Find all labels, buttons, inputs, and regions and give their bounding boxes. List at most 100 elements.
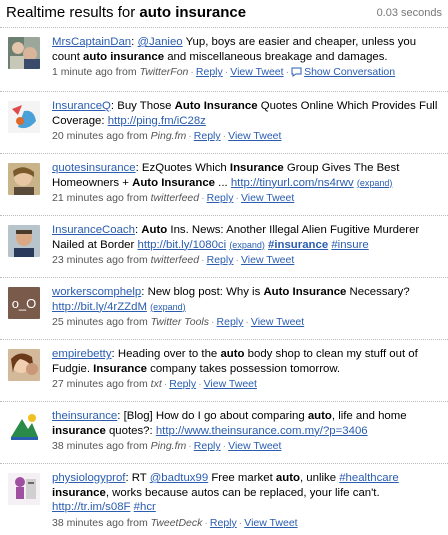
- tweet-item: empirebetty: Heading over to the auto bo…: [0, 340, 448, 402]
- tweet-source: Twitter Tools: [150, 316, 210, 329]
- tweet-text: InsuranceCoach: Auto Ins. News: Another …: [52, 224, 420, 251]
- user-avatar[interactable]: [8, 473, 40, 505]
- tweet-username[interactable]: InsuranceCoach: [52, 224, 135, 236]
- tweet-time: 27 minutes ago: [52, 378, 124, 391]
- reply-link[interactable]: Reply: [207, 254, 234, 266]
- view-tweet-link[interactable]: View Tweet: [241, 192, 294, 204]
- hashtag-link[interactable]: #insure: [331, 239, 368, 251]
- view-tweet-link[interactable]: View Tweet: [204, 378, 257, 390]
- tweet-text: empirebetty: Heading over to the auto bo…: [52, 348, 418, 375]
- avatar-photo-icon: [8, 163, 40, 195]
- mention-link[interactable]: @badtux99: [150, 472, 208, 484]
- user-avatar[interactable]: [8, 163, 40, 195]
- mention-link[interactable]: @Janieo: [137, 36, 182, 48]
- tweet-time: 23 minutes ago: [52, 254, 124, 267]
- tweet-item: MrsCaptainDan: @Janieo Yup, boys are eas…: [0, 28, 448, 92]
- view-tweet-link[interactable]: View Tweet: [241, 254, 294, 266]
- hashtag-link[interactable]: #hcr: [134, 501, 156, 513]
- tweet-source: TweetDeck: [150, 516, 203, 529]
- results-header: Realtime results for auto insurance 0.03…: [0, 0, 448, 27]
- tweet-source: Ping.fm: [150, 130, 187, 143]
- tweet-url-link[interactable]: http://ping.fm/iC28z: [108, 115, 206, 127]
- tweet-item: o_O workerscomphelp: New blog post: Why …: [0, 278, 448, 340]
- tweet-source: twitterfeed: [150, 254, 200, 267]
- tweet-username[interactable]: MrsCaptainDan: [52, 36, 131, 48]
- avatar-logo-icon: [8, 411, 40, 443]
- expand-link[interactable]: (expand): [229, 240, 265, 250]
- tweet-time: 20 minutes ago: [52, 130, 124, 143]
- user-avatar[interactable]: [8, 101, 40, 133]
- view-tweet-link[interactable]: View Tweet: [228, 130, 281, 142]
- tweet-item: theinsurance: [Blog] How do I go about c…: [0, 402, 448, 464]
- reply-link[interactable]: Reply: [169, 378, 196, 390]
- tweet-text: theinsurance: [Blog] How do I go about c…: [52, 410, 407, 437]
- tweet-url-link[interactable]: http://tinyurl.com/ns4rwv: [231, 177, 354, 189]
- svg-text:o_O: o_O: [12, 296, 37, 311]
- avatar-face-icon: o_O: [8, 287, 40, 319]
- conversation-icon: [291, 67, 302, 78]
- tweet-time: 38 minutes ago: [52, 516, 124, 529]
- user-avatar[interactable]: [8, 349, 40, 381]
- tweet-text: MrsCaptainDan: @Janieo Yup, boys are eas…: [52, 36, 417, 63]
- tweet-time: 21 minutes ago: [52, 192, 124, 205]
- tweet-meta: 1 minute ago from TwitterFon · Reply · View …: [52, 66, 396, 79]
- tweet-meta: 21 minutes ago from twitterfeed · Reply · Vi…: [52, 192, 295, 205]
- tweet-username[interactable]: quotesinsurance: [52, 162, 136, 174]
- reply-link[interactable]: Reply: [196, 66, 223, 78]
- avatar-logo-icon: [8, 101, 40, 133]
- expand-link[interactable]: (expand): [357, 178, 393, 188]
- user-avatar[interactable]: [8, 411, 40, 443]
- tweet-text: InsuranceQ: Buy Those Auto Insurance Quo…: [52, 100, 438, 127]
- tweet-item: physiologyprof: RT @badtux99 Free market…: [0, 464, 448, 529]
- search-timing: 0.03 seconds: [376, 7, 442, 19]
- view-tweet-link[interactable]: View Tweet: [230, 66, 283, 78]
- tweet-source: twitterfeed: [150, 192, 200, 205]
- tweet-list: MrsCaptainDan: @Janieo Yup, boys are eas…: [0, 27, 448, 529]
- view-tweet-link[interactable]: View Tweet: [244, 517, 297, 529]
- hashtag-link[interactable]: #insurance: [268, 239, 328, 251]
- tweet-meta: 38 minutes ago from TweetDeck · Reply · View…: [52, 516, 298, 529]
- reply-link[interactable]: Reply: [210, 517, 237, 529]
- reply-link[interactable]: Reply: [207, 192, 234, 204]
- reply-link[interactable]: Reply: [194, 440, 221, 452]
- user-avatar[interactable]: o_O: [8, 287, 40, 319]
- tweet-meta: 27 minutes ago from txt · Reply · View Tweet: [52, 378, 257, 391]
- view-tweet-link[interactable]: View Tweet: [228, 440, 281, 452]
- tweet-source: Ping.fm: [150, 440, 187, 453]
- tweet-time: 38 minutes ago: [52, 440, 124, 453]
- tweet-url-link[interactable]: http://tr.im/s08F: [52, 501, 131, 513]
- tweet-text: physiologyprof: RT @badtux99 Free market…: [52, 472, 399, 514]
- tweet-source: TwitterFon: [139, 66, 189, 79]
- expand-link[interactable]: (expand): [150, 302, 186, 312]
- reply-link[interactable]: Reply: [194, 130, 221, 142]
- tweet-meta: 38 minutes ago from Ping.fm · Reply · View T…: [52, 440, 282, 453]
- view-tweet-link[interactable]: View Tweet: [251, 316, 304, 328]
- tweet-username[interactable]: InsuranceQ: [52, 100, 111, 112]
- tweet-text: quotesinsurance: EzQuotes Which Insuranc…: [52, 162, 400, 189]
- tweet-url-link[interactable]: http://bit.ly/1080ci: [137, 239, 226, 251]
- tweet-meta: 20 minutes ago from Ping.fm · Reply · View T…: [52, 130, 282, 143]
- tweet-source: txt: [150, 378, 162, 391]
- tweet-meta: 25 minutes ago from Twitter Tools · Reply ·…: [52, 316, 305, 329]
- search-query: auto insurance: [139, 4, 247, 21]
- tweet-username[interactable]: workerscomphelp: [52, 286, 141, 298]
- tweet-text: workerscomphelp: New blog post: Why is A…: [52, 286, 410, 313]
- avatar-cartoon-icon: [8, 473, 40, 505]
- tweet-item: InsuranceCoach: Auto Ins. News: Another …: [0, 216, 448, 278]
- page-title: Realtime results for auto insurance: [6, 4, 247, 21]
- user-avatar[interactable]: [8, 37, 40, 69]
- hashtag-link[interactable]: #healthcare: [339, 472, 399, 484]
- user-avatar[interactable]: [8, 225, 40, 257]
- show-conversation-link[interactable]: Show Conversation: [304, 66, 395, 78]
- tweet-url-link[interactable]: http://www.theinsurance.com.my/?p=3406: [156, 425, 368, 437]
- reply-link[interactable]: Reply: [217, 316, 244, 328]
- tweet-url-link[interactable]: http://bit.ly/4rZZdM: [52, 301, 147, 313]
- tweet-username[interactable]: empirebetty: [52, 348, 112, 360]
- tweet-username[interactable]: physiologyprof: [52, 472, 125, 484]
- tweet-meta: 23 minutes ago from twitterfeed · Reply · Vi…: [52, 254, 295, 267]
- tweet-time: 1 minute ago: [52, 66, 113, 79]
- avatar-photo-icon: [8, 349, 40, 381]
- tweet-username[interactable]: theinsurance: [52, 410, 117, 422]
- avatar-photo-icon: [8, 37, 40, 69]
- tweet-item: quotesinsurance: EzQuotes Which Insuranc…: [0, 154, 448, 216]
